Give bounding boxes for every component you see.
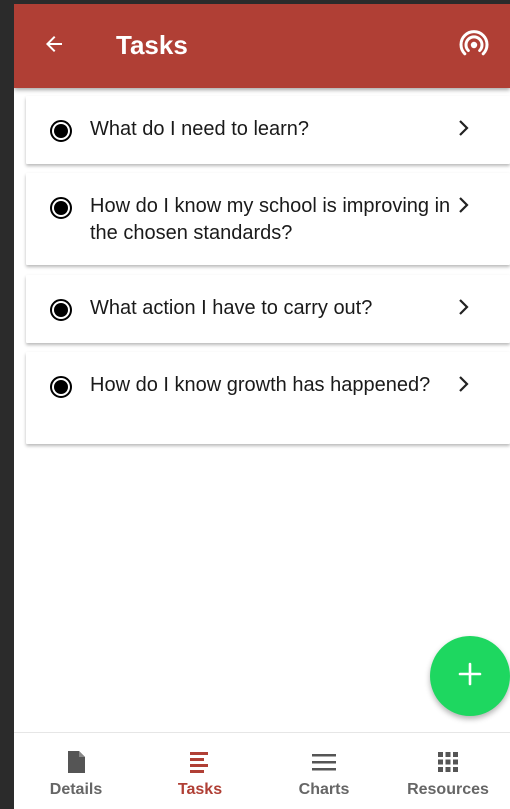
task-item[interactable]: What do I need to learn? bbox=[26, 96, 510, 164]
bullet-icon bbox=[50, 299, 72, 321]
nav-label: Charts bbox=[298, 781, 350, 798]
nav-resources[interactable]: Resources bbox=[386, 733, 510, 809]
task-label: What action I have to carry out? bbox=[90, 297, 373, 319]
chevron-right-icon bbox=[454, 297, 474, 317]
task-label: What do I need to learn? bbox=[90, 118, 310, 140]
bottom-navigation: Details Tasks Charts Resources bbox=[14, 732, 510, 809]
window-left-edge bbox=[0, 0, 14, 809]
arrow-left-icon bbox=[42, 32, 66, 61]
bullet-icon bbox=[50, 120, 72, 142]
nav-charts[interactable]: Charts bbox=[262, 733, 386, 809]
chevron-right-icon bbox=[454, 118, 474, 138]
back-button[interactable] bbox=[34, 26, 74, 66]
bullet-icon bbox=[50, 376, 72, 398]
task-item[interactable]: How do I know growth has happened? bbox=[26, 352, 510, 444]
page-title: Tasks bbox=[116, 30, 188, 60]
nav-tasks[interactable]: Tasks bbox=[138, 733, 262, 809]
broadcast-button[interactable] bbox=[454, 26, 494, 66]
menu-lines-icon bbox=[312, 749, 336, 775]
document-icon bbox=[66, 749, 86, 775]
task-label: How do I know growth has happened? bbox=[90, 374, 431, 396]
task-label: How do I know my school is improving in … bbox=[90, 195, 451, 244]
app-bar: Tasks bbox=[14, 4, 510, 88]
app-screen: Tasks What do I need to learn? How do I … bbox=[14, 4, 510, 809]
chevron-right-icon bbox=[454, 374, 474, 394]
bullet-icon bbox=[50, 197, 72, 219]
nav-label: Tasks bbox=[177, 781, 223, 798]
task-item[interactable]: How do I know my school is improving in … bbox=[26, 173, 510, 265]
nav-label: Details bbox=[49, 781, 103, 798]
task-item[interactable]: What action I have to carry out? bbox=[26, 275, 510, 343]
nav-label: Resources bbox=[407, 781, 489, 798]
nav-details[interactable]: Details bbox=[14, 733, 138, 809]
add-task-button[interactable] bbox=[430, 636, 510, 716]
tasks-list-icon bbox=[189, 749, 211, 775]
grid-icon bbox=[438, 749, 458, 775]
plus-icon bbox=[457, 661, 483, 692]
broadcast-icon bbox=[458, 28, 490, 65]
chevron-right-icon bbox=[454, 195, 474, 215]
